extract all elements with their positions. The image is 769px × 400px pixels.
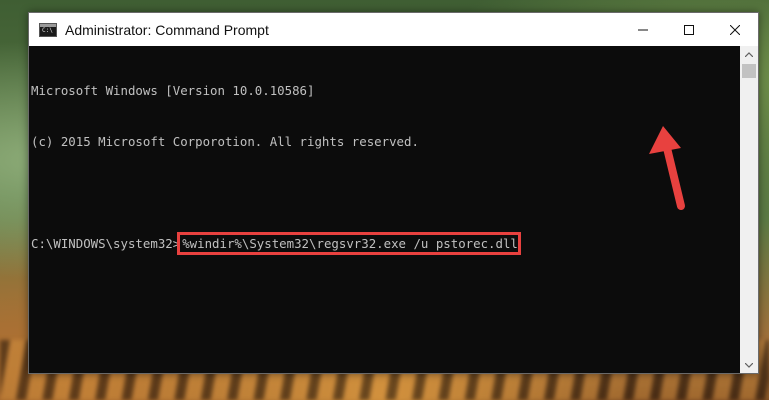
close-button[interactable] bbox=[712, 13, 758, 46]
scroll-up-button[interactable] bbox=[740, 46, 758, 62]
console-output[interactable]: Microsoft Windows [Version 10.0.10586] (… bbox=[29, 46, 740, 373]
red-arrow-icon bbox=[649, 126, 685, 210]
close-icon bbox=[730, 24, 740, 35]
cmd-app-icon: C:\ bbox=[39, 22, 57, 37]
chevron-down-icon bbox=[745, 362, 753, 368]
command-line[interactable]: C:\WINDOWS\system32> %windir%\System32\re… bbox=[31, 232, 740, 255]
vertical-scrollbar[interactable] bbox=[740, 46, 758, 373]
title-bar[interactable]: C:\ Administrator: Command Prompt bbox=[29, 13, 758, 46]
window-title: Administrator: Command Prompt bbox=[65, 21, 269, 38]
maximize-icon bbox=[684, 24, 694, 35]
scroll-down-button[interactable] bbox=[740, 357, 758, 373]
highlighted-command[interactable]: %windir%\System32\regsvr32.exe /u pstore… bbox=[177, 232, 521, 255]
chevron-up-icon bbox=[745, 51, 753, 57]
minimize-icon bbox=[638, 29, 648, 30]
console-line: (c) 2015 Microsoft Corporotion. All righ… bbox=[31, 134, 419, 149]
console-prompt: C:\WINDOWS\system32> bbox=[31, 236, 181, 251]
minimize-button[interactable] bbox=[620, 13, 666, 46]
window-controls bbox=[620, 13, 758, 46]
maximize-button[interactable] bbox=[666, 13, 712, 46]
scroll-thumb[interactable] bbox=[742, 64, 756, 78]
console-line: Microsoft Windows [Version 10.0.10586] bbox=[31, 83, 315, 98]
